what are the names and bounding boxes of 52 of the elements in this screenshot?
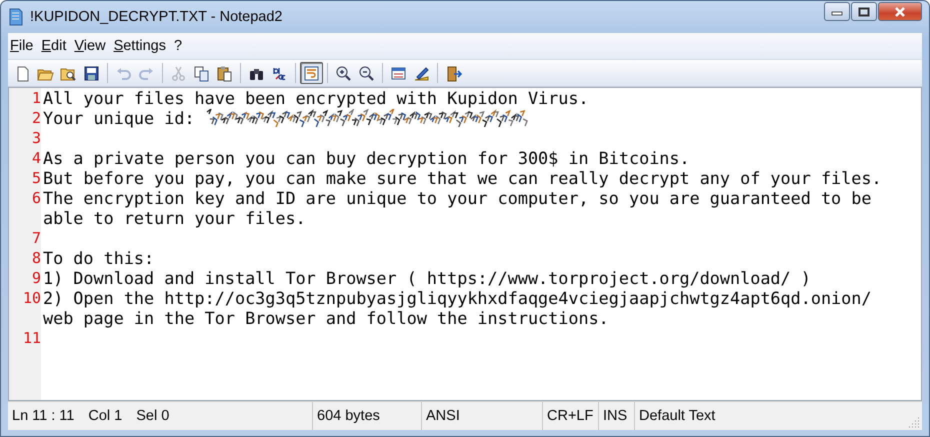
- text-line: But before you pay, you can make sure that we can really decrypt any of your files.: [43, 168, 882, 188]
- exit-door-icon: [445, 64, 462, 82]
- text-line: All your files have been encrypted with Kupidon Virus.: [43, 88, 589, 108]
- menu-item[interactable]: View: [72, 36, 112, 56]
- line-number: 1: [30, 88, 42, 108]
- menu-item[interactable]: Edit: [39, 36, 72, 56]
- document-icon: [8, 7, 24, 27]
- maximize-button[interactable]: [851, 2, 877, 21]
- line-number: 4: [30, 148, 42, 168]
- menu-item[interactable]: Settings: [112, 36, 172, 56]
- line-number: 3: [30, 128, 42, 148]
- menu-item[interactable]: ?: [172, 36, 188, 56]
- text-line: To do this:: [43, 248, 154, 268]
- status-text: INS: [603, 408, 628, 424]
- status-text: CR+LF: [547, 408, 594, 424]
- text-line: 1) Download and install Tor Browser ( https://www.torproject.org/download/ ): [43, 268, 811, 288]
- minimize-button[interactable]: [824, 2, 850, 21]
- line-number: 7: [30, 228, 42, 248]
- close-button[interactable]: [878, 2, 922, 21]
- line-number: 8: [30, 248, 42, 268]
- line-number: 2: [30, 108, 42, 128]
- status-text: ANSI: [426, 408, 460, 424]
- zoom-in-icon: [335, 64, 352, 82]
- line-number: 10: [22, 288, 42, 308]
- clipboard-icon: [216, 64, 233, 82]
- word-wrap-icon: [303, 64, 320, 82]
- window-title: !KUPIDON_DECRYPT.TXT - Notepad2: [30, 9, 284, 25]
- text-line: Your unique id:: [43, 108, 196, 128]
- text-line: able to return your files.: [43, 208, 306, 228]
- line-number: 11: [22, 328, 42, 348]
- status-text: Default Text: [639, 408, 716, 424]
- text-line: web page in the Tor Browser and follow the instructions.: [43, 308, 609, 328]
- zoom-out-icon: [358, 64, 375, 82]
- resize-grip-icon[interactable]: [908, 416, 920, 428]
- scissors-icon: [170, 64, 187, 82]
- status-text: Ln 11 : 11: [12, 408, 74, 424]
- line-number: 5: [30, 168, 42, 188]
- text-line: As a private person you can buy decryption for 300$ in Bitcoins.: [43, 148, 690, 168]
- text-line: 2) Open the http://oc3g3q5tznpubyasjgliqyykhxdfaqge4vciegjaapjchwtgz4apt6qd.onion/: [43, 288, 872, 308]
- wrap-button[interactable]: [300, 62, 323, 84]
- ruler-pencil-icon: [413, 64, 430, 82]
- copy-icon: [193, 64, 210, 82]
- menu-item[interactable]: File: [8, 36, 40, 56]
- status-text: 604 bytes: [317, 408, 380, 424]
- line-number: 6: [30, 188, 42, 208]
- status-text: Col 1: [88, 408, 122, 424]
- window-list-icon: [390, 64, 407, 82]
- maximize-icon: [858, 6, 870, 16]
- close-icon: [893, 6, 907, 18]
- line-number: 9: [30, 268, 42, 288]
- status-text: Sel 0: [136, 408, 170, 424]
- text-line: The encryption key and ID are unique to your computer, so you are guaranteed to be: [43, 188, 872, 208]
